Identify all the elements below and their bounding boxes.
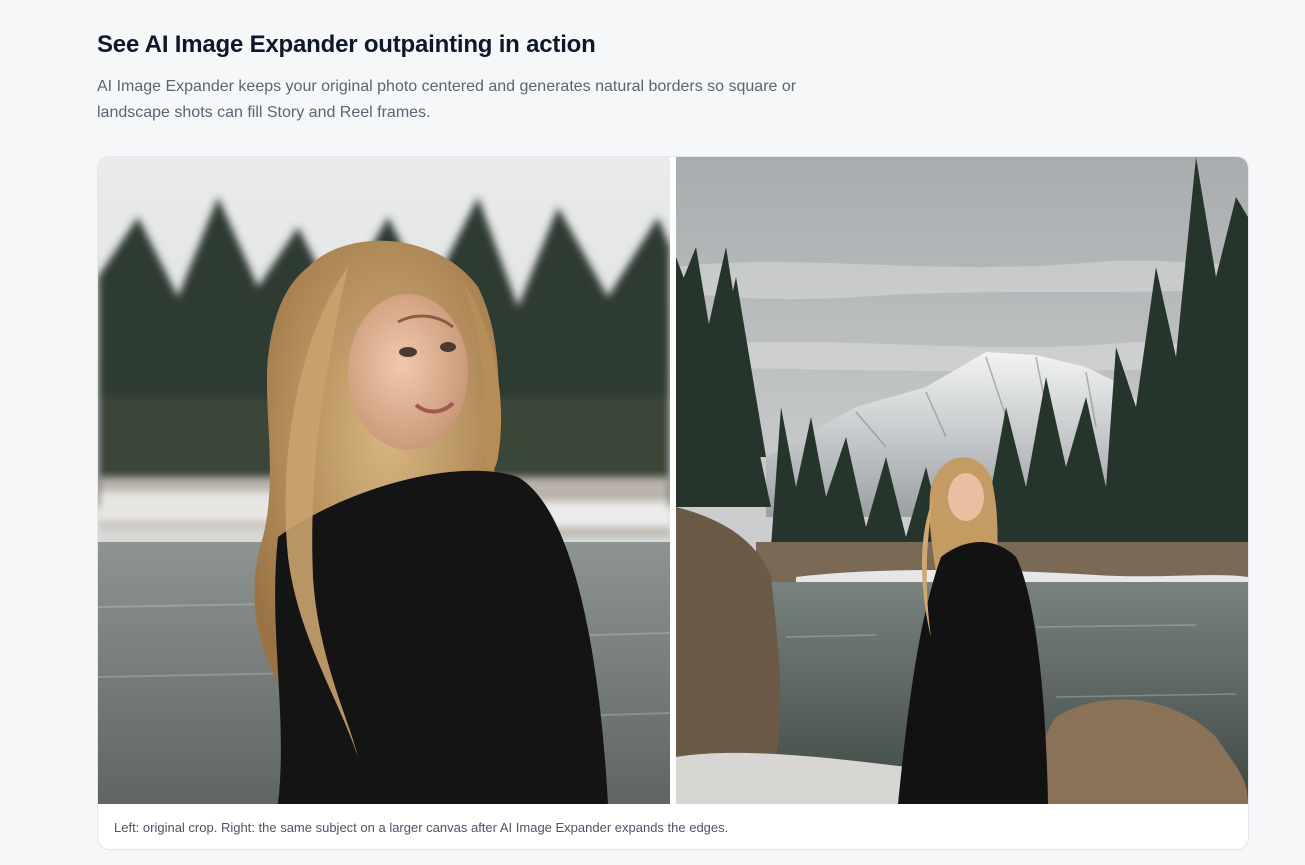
expanded-photo-illustration — [676, 157, 1248, 804]
section-description: AI Image Expander keeps your original ph… — [97, 78, 797, 121]
comparison-caption: Left: original crop. Right: the same sub… — [114, 820, 729, 835]
original-photo-illustration — [98, 157, 670, 804]
comparison-card: Left: original crop. Right: the same sub… — [97, 156, 1249, 850]
comparison-images — [98, 157, 1248, 804]
expanded-canvas-image — [676, 157, 1248, 804]
section-title: See AI Image Expander outpainting in act… — [97, 31, 596, 58]
original-crop-image — [98, 157, 670, 804]
showcase-section: See AI Image Expander outpainting in act… — [97, 30, 1249, 126]
